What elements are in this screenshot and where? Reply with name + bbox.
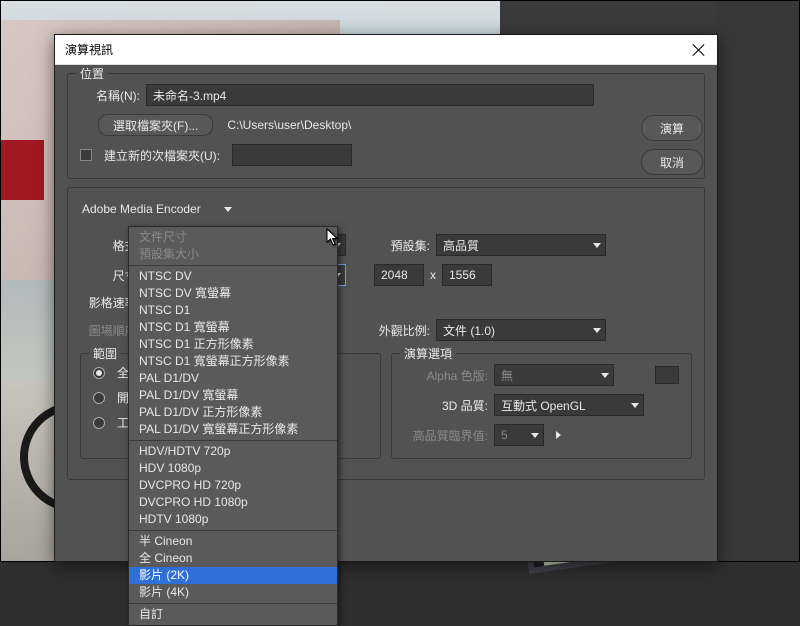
size-dropdown-menu[interactable]: 文件尺寸預設集大小NTSC DVNTSC DV 寬螢幕NTSC D1NTSC D… [128, 226, 338, 626]
size-option[interactable]: NTSC D1 寬螢幕正方形像素 [129, 353, 337, 370]
size-option[interactable]: NTSC D1 [129, 302, 337, 319]
encoder-app-value: Adobe Media Encoder [82, 202, 201, 216]
size-option[interactable]: PAL D1/DV 正方形像素 [129, 404, 337, 421]
size-option[interactable]: 半 Cineon [129, 533, 337, 550]
quality3d-label: 3D 品質: [404, 397, 488, 414]
path-text: C:\Users\user\Desktop\ [227, 118, 351, 132]
preset-dropdown[interactable]: 高品質 [436, 234, 606, 256]
aspect-dropdown[interactable]: 文件 (1.0) [436, 319, 606, 341]
size-option[interactable]: HDV/HDTV 720p [129, 443, 337, 460]
size-option[interactable]: 自訂 [129, 606, 337, 623]
size-option[interactable]: HDTV 1080p [129, 511, 337, 528]
size-option[interactable]: NTSC D1 正方形像素 [129, 336, 337, 353]
width-field[interactable] [374, 264, 424, 286]
cursor-icon [326, 228, 340, 249]
name-field[interactable] [146, 84, 594, 106]
size-option[interactable]: DVCPRO HD 720p [129, 477, 337, 494]
size-x: x [430, 268, 436, 282]
dialog-title: 演算視訊 [65, 41, 691, 58]
size-option[interactable]: NTSC D1 寬螢幕 [129, 319, 337, 336]
matte-color-swatch[interactable] [655, 366, 679, 384]
range-start-radio[interactable] [93, 392, 105, 404]
size-option[interactable]: DVCPRO HD 1080p [129, 494, 337, 511]
range-all-radio[interactable] [93, 367, 105, 379]
size-option[interactable]: PAL D1/DV 寬螢幕 [129, 387, 337, 404]
expand-icon[interactable] [556, 431, 561, 439]
subfolder-checkbox[interactable] [80, 149, 92, 161]
subfolder-field[interactable] [232, 144, 352, 166]
size-option[interactable]: 全 Cineon [129, 550, 337, 567]
size-option: 預設集大小 [129, 246, 337, 263]
alpha-dropdown: 無 [494, 364, 614, 386]
range-work-radio[interactable] [93, 417, 105, 429]
size-option: 文件尺寸 [129, 229, 337, 246]
size-option[interactable]: NTSC DV 寬螢幕 [129, 285, 337, 302]
chevron-down-icon [531, 433, 539, 438]
size-option[interactable]: HDV 1080p [129, 460, 337, 477]
options-legend: 演算選項 [400, 345, 456, 362]
chevron-down-icon [601, 373, 609, 378]
hq-label: 高品質臨界值: [404, 427, 488, 444]
name-label: 名稱(N): [80, 87, 140, 104]
subfolder-label: 建立新的次檔案夾(U): [104, 147, 220, 164]
alpha-label: Alpha 色版: [404, 367, 488, 384]
size-option[interactable]: 影片 (4K) [129, 584, 337, 601]
chevron-down-icon [224, 207, 232, 212]
render-options-group: 演算選項 Alpha 色版: 無 3D 品質: 互動式 OpenGL 高品質臨界… [391, 353, 692, 459]
chevron-down-icon [631, 403, 639, 408]
chevron-down-icon [593, 243, 601, 248]
browse-folder-button[interactable]: 選取檔案夾(F)... [98, 114, 213, 136]
preset-label: 預設集: [352, 237, 430, 254]
height-field[interactable] [442, 264, 492, 286]
size-option[interactable]: PAL D1/DV 寬螢幕正方形像素 [129, 421, 337, 438]
chevron-down-icon [593, 328, 601, 333]
dialog-titlebar: 演算視訊 [55, 35, 717, 65]
size-option[interactable]: 影片 (2K) [129, 567, 337, 584]
encoder-app-dropdown[interactable]: Adobe Media Encoder [76, 198, 236, 220]
location-group: 位置 名稱(N): 選取檔案夾(F)... C:\Users\user\Desk… [67, 73, 705, 179]
range-legend: 範圍 [89, 345, 121, 362]
quality3d-dropdown[interactable]: 互動式 OpenGL [494, 394, 644, 416]
size-option[interactable]: PAL D1/DV [129, 370, 337, 387]
close-icon[interactable] [691, 42, 707, 58]
location-legend: 位置 [76, 65, 108, 82]
aspect-label: 外觀比例: [368, 322, 430, 339]
size-option[interactable]: NTSC DV [129, 268, 337, 285]
app-dark-panel [716, 0, 800, 562]
hq-dropdown: 5 [494, 424, 544, 446]
